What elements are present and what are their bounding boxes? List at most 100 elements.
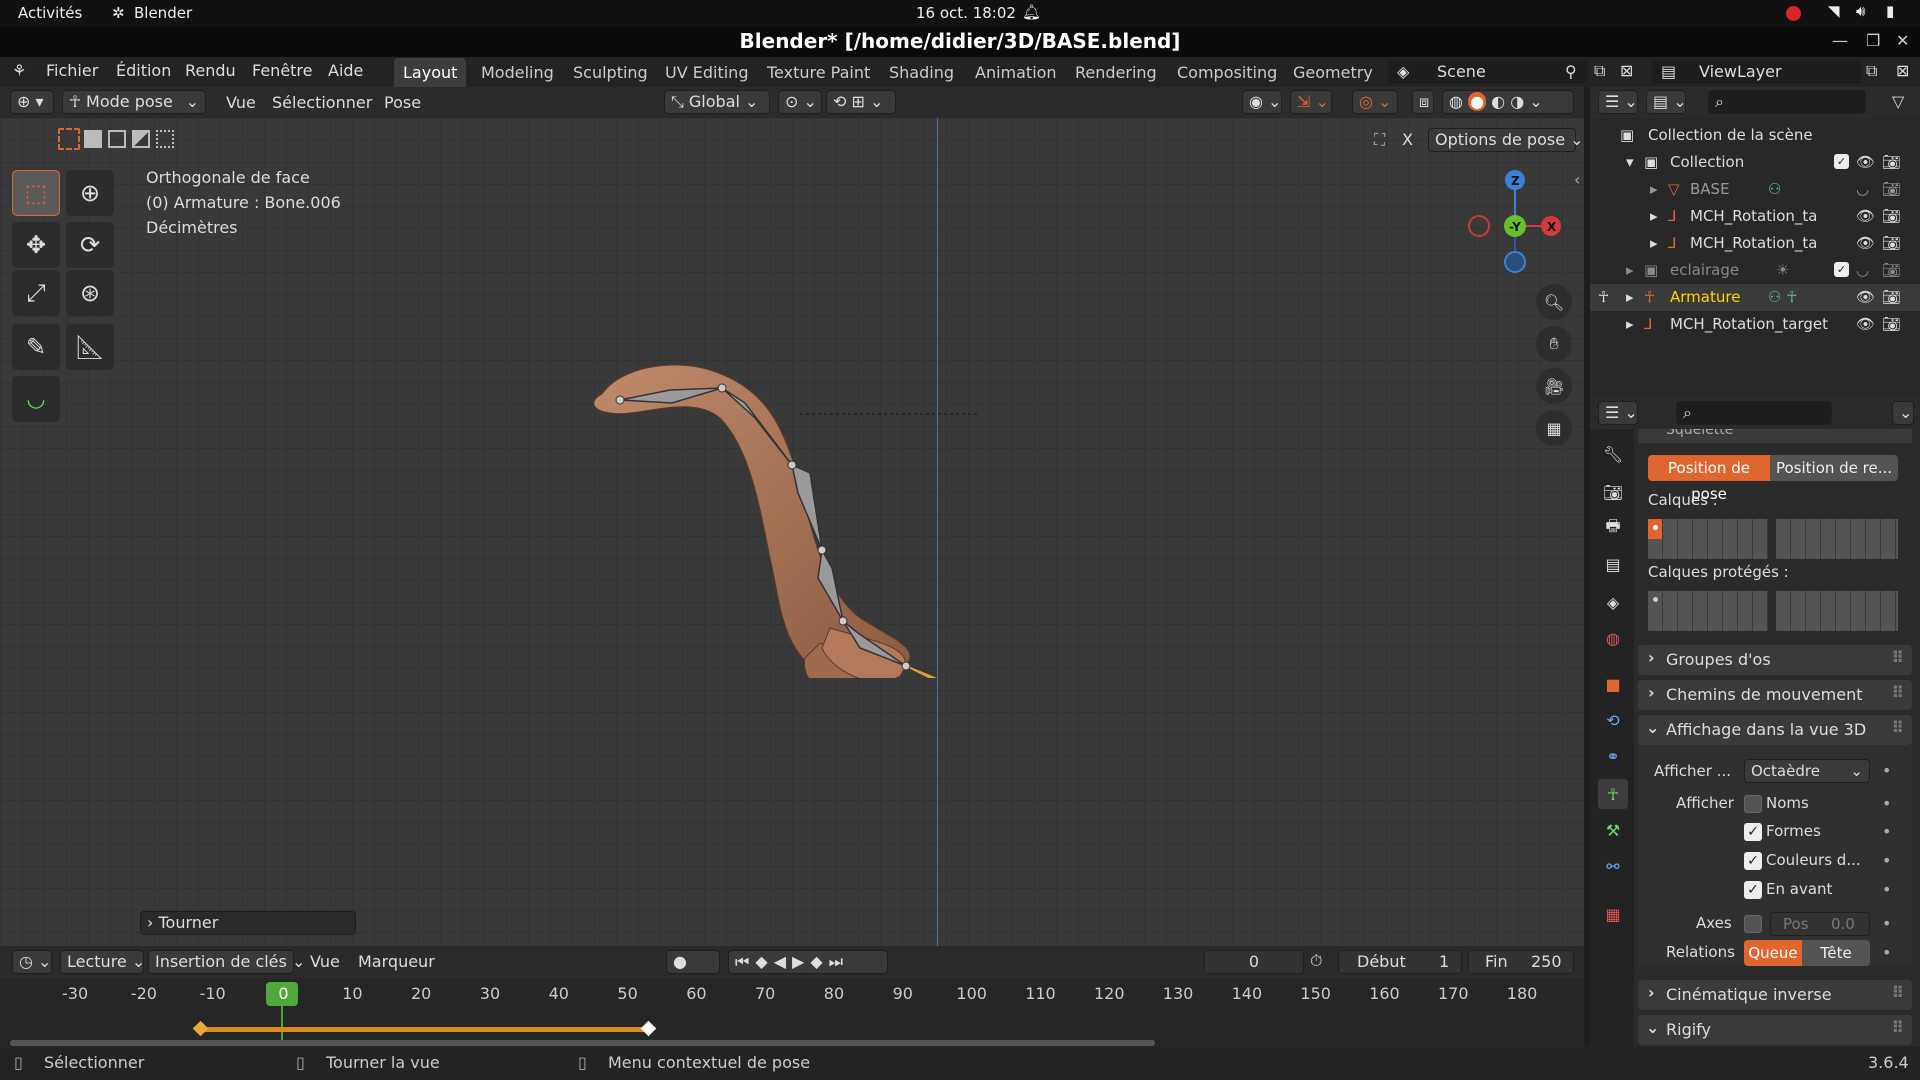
mirror-icon[interactable]: ⛶ xyxy=(1374,130,1385,150)
menu-window[interactable]: Fenêtre xyxy=(252,61,313,80)
expand-icon[interactable]: ▸ xyxy=(1626,288,1634,306)
pin-icon[interactable]: ⚲ xyxy=(1565,61,1577,83)
menu-edit[interactable]: Édition xyxy=(116,61,171,80)
visibility-selector[interactable]: ◉ ⌄ xyxy=(1242,90,1282,114)
tab-animation[interactable]: Animation xyxy=(966,58,1066,87)
close-icon[interactable]: ✕ xyxy=(1896,31,1909,50)
properties-search[interactable]: ⌕ xyxy=(1676,401,1832,425)
axes-position-field[interactable]: Pos 0.0 xyxy=(1770,912,1870,936)
modifier-tab-icon[interactable]: ⟲ xyxy=(1598,705,1628,735)
keyframe-selected-icon[interactable] xyxy=(640,1020,657,1037)
timeline-editor[interactable]: ◷ ⌄ Lecture ⌄ Insertion de clés ⌄ Vue Ma… xyxy=(0,946,1584,1047)
menu-render[interactable]: Rendu xyxy=(185,61,236,80)
relations-tail-button[interactable]: Queue xyxy=(1744,940,1802,966)
drag-handle-icon[interactable]: ⠿ xyxy=(1892,683,1905,702)
tool-transform[interactable]: ⊛ xyxy=(66,270,114,316)
expand-icon[interactable]: ▸ xyxy=(1626,261,1634,279)
select-intersect-icon[interactable] xyxy=(156,130,174,148)
eye-icon[interactable]: 👁︎ xyxy=(1856,207,1875,225)
start-frame-field[interactable]: Début 1 xyxy=(1338,950,1462,974)
viewlayer-selector[interactable]: ▤ ViewLayer xyxy=(1652,60,1862,84)
texture-tab-icon[interactable]: ▦ xyxy=(1598,899,1628,929)
eye-icon[interactable]: 👁︎ xyxy=(1856,234,1875,252)
orientation-selector[interactable]: ⤡ Global ⌄ xyxy=(664,90,770,114)
panel-inverse-kinematics[interactable]: › Cinématique inverse ⠿ xyxy=(1638,980,1912,1010)
end-frame-field[interactable]: Fin 250 xyxy=(1468,950,1574,974)
solid-shading-icon[interactable]: ● xyxy=(1468,92,1487,111)
modifier-icon[interactable]: ⚇ xyxy=(1768,180,1781,198)
jump-start-icon[interactable]: ⏮ xyxy=(735,952,755,971)
world-tab-icon[interactable]: ◍ xyxy=(1598,623,1628,653)
activities-button[interactable]: Activités xyxy=(18,4,82,22)
3d-viewport[interactable]: ⬚ ⊕ ✥ ⟳ ⤢ ⊛ ✎ 📐︎ ◡ Orthogonale de face (… xyxy=(0,118,1584,946)
viewlayer-tab-icon[interactable]: ▤ xyxy=(1598,549,1628,579)
outliner-row-eclairage[interactable]: ▸ ▣ eclairage ☀ ✓ ◡ 📷︎ xyxy=(1590,257,1920,284)
panel-rigify[interactable]: ⌄ Rigify ⠿ xyxy=(1638,1015,1912,1045)
snapping-selector[interactable]: ⟲ ⊞ ⌄ xyxy=(826,90,896,114)
character-mesh[interactable] xyxy=(560,298,1080,678)
play-reverse-icon[interactable]: ◀ xyxy=(774,952,792,971)
armature-data-icon[interactable]: ⚇ ☥ xyxy=(1768,288,1797,306)
delete-viewlayer-icon[interactable]: ⊠ xyxy=(1896,61,1909,80)
panel-motion-paths[interactable]: › Chemins de mouvement ⠿ xyxy=(1638,680,1912,710)
current-frame-field[interactable]: 0 xyxy=(1204,950,1304,974)
pose-mode-icon[interactable]: ☥ xyxy=(1598,288,1609,306)
tool-select-box[interactable]: ⬚ xyxy=(12,170,60,216)
relations-head-button[interactable]: Tête xyxy=(1802,940,1870,966)
camera-icon[interactable]: 📷︎ xyxy=(1882,288,1901,306)
camera-icon[interactable]: 📷︎ xyxy=(1882,153,1901,171)
timeline-editor-type[interactable]: ◷ ⌄ xyxy=(12,950,52,974)
tab-layout[interactable]: Layout xyxy=(394,58,467,87)
expand-icon[interactable]: ▸ xyxy=(1650,207,1658,225)
volume-icon[interactable]: 🔊︎ xyxy=(1856,2,1865,20)
tool-rotate[interactable]: ⟳ xyxy=(66,222,114,268)
mode-selector[interactable]: ☥ Mode pose ⌄ xyxy=(62,90,206,114)
camera-icon[interactable]: 📷︎ xyxy=(1882,180,1901,198)
show-names-checkbox[interactable] xyxy=(1744,795,1762,813)
expand-icon[interactable]: ▸ xyxy=(1650,234,1658,252)
drag-handle-icon[interactable]: ⠿ xyxy=(1892,718,1905,737)
show-group-colors-checkbox[interactable]: ✓ xyxy=(1744,852,1762,870)
eye-closed-icon[interactable]: ◡ xyxy=(1856,180,1869,198)
pose-position-button[interactable]: Position de pose xyxy=(1648,455,1770,503)
expand-icon[interactable]: ▾ xyxy=(1626,153,1634,171)
tab-geometry-nodes[interactable]: Geometry N xyxy=(1284,58,1380,87)
outliner-row-collection[interactable]: ▾ ▣ Collection ✓ 👁︎ 📷︎ xyxy=(1590,149,1920,176)
rest-position-button[interactable]: Position de re... xyxy=(1770,455,1898,481)
select-invert-icon[interactable] xyxy=(132,130,150,148)
drag-handle-icon[interactable]: ⠿ xyxy=(1892,983,1905,1002)
xray-toggle[interactable]: ⧈ xyxy=(1412,90,1434,114)
keyframe-dot-icon[interactable]: • xyxy=(1882,822,1891,841)
menu-help[interactable]: Aide xyxy=(328,61,363,80)
camera-view-icon[interactable]: 🎥︎ xyxy=(1536,368,1572,404)
select-extend-icon[interactable] xyxy=(84,130,102,148)
tab-sculpting[interactable]: Sculpting xyxy=(564,58,657,87)
timeline-view-menu[interactable]: Vue xyxy=(310,952,340,971)
playback-dropdown[interactable]: Lecture ⌄ xyxy=(60,950,145,974)
outliner-row-mch2[interactable]: ▸ ⅃ MCH_Rotation_ta 👁︎ 📷︎ xyxy=(1590,230,1920,257)
outliner-row-base[interactable]: ▸ ▽ BASE ⚇ ◡ 📷︎ xyxy=(1590,176,1920,203)
outliner-search[interactable]: ⌕ xyxy=(1708,90,1866,114)
bone-tab-icon[interactable]: ⚒ xyxy=(1598,815,1628,845)
properties-editor[interactable]: 🔧︎ 📷︎ 🖶︎ ▤ ◈ ◍ ■ ⟲ ⚭ ☥ ⚒ ⚯ ▦ Squelette P… xyxy=(1590,429,1920,1047)
battery-icon[interactable]: ▮ xyxy=(1886,2,1894,20)
display-mode-button[interactable]: ▤ ⌄ xyxy=(1646,90,1687,114)
armature-data-tab-icon[interactable]: ☥ xyxy=(1598,779,1628,809)
gizmo-toggle[interactable]: ⇲ ⌄ xyxy=(1290,90,1332,114)
prev-keyframe-icon[interactable]: ◆ xyxy=(755,952,773,971)
jump-end-icon[interactable]: ⏭ xyxy=(829,952,849,971)
ortho-grid-icon[interactable]: ▦ xyxy=(1536,410,1572,446)
section-header-squelette[interactable]: Squelette xyxy=(1638,429,1912,443)
pivot-selector[interactable]: ⊙ ⌄ xyxy=(778,90,822,114)
axes-checkbox[interactable] xyxy=(1744,915,1762,933)
render-tab-icon[interactable]: 📷︎ xyxy=(1598,477,1628,507)
display-as-dropdown[interactable]: Octaèdre ⌄ xyxy=(1744,759,1870,783)
recording-icon[interactable] xyxy=(1786,6,1801,21)
zoom-icon[interactable]: 🔍︎ xyxy=(1536,284,1572,320)
tool-settings-tab-icon[interactable]: 🔧︎ xyxy=(1598,439,1628,469)
app-name[interactable]: Blender xyxy=(134,4,192,22)
wifi-icon[interactable]: ◥ xyxy=(1828,2,1840,20)
tab-compositing[interactable]: Compositing xyxy=(1168,58,1286,87)
wireframe-shading-icon[interactable]: ◍ xyxy=(1449,92,1463,111)
exclude-checkbox[interactable]: ✓ xyxy=(1834,262,1849,277)
